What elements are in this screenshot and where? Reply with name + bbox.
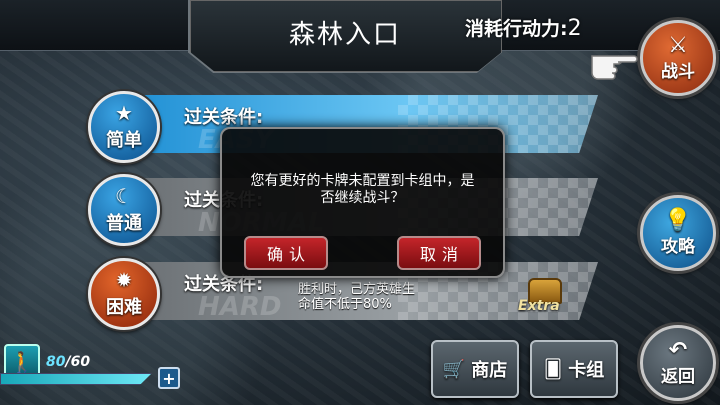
lightbulb-icon: 💡 (664, 207, 692, 233)
action-cost-value: 2 (567, 16, 582, 41)
stage-title: 森林入口 (288, 20, 401, 50)
guide-button-label: 攻略 (661, 236, 695, 257)
normal-badge[interactable]: ☾ 普通 (88, 174, 160, 246)
shop-button[interactable]: 🛒 商店 (431, 340, 519, 398)
confirm-dialog: 您有更好的卡牌未配置到卡组中，是 否继续战斗？ 确认 取消 (220, 127, 505, 278)
moon-icon: ☾ (115, 184, 133, 208)
condition-text: 胜利时，己方英雄生 命值不低于80% (298, 282, 415, 312)
star-icon: ★ (115, 101, 133, 125)
condition-label: 过关条件: (184, 107, 264, 128)
action-cost-label: 消耗行动力: (465, 18, 568, 40)
stamina-current: 80 (46, 354, 66, 370)
crossed-swords-icon: ⚔ (668, 32, 688, 58)
fight-button[interactable]: ⚔ 战斗 (640, 20, 716, 96)
pointing-hand-icon (591, 55, 638, 80)
cart-icon: 🛒 (442, 358, 466, 380)
stamina-max: /60 (65, 354, 91, 370)
deck-button-label: 卡组 (568, 360, 605, 381)
condition-text-line: 命值不低于80% (298, 297, 392, 312)
stamina-bar (0, 373, 152, 385)
easy-badge[interactable]: ★ 简单 (88, 91, 160, 163)
extra-reward[interactable]: Extra (518, 276, 570, 316)
deck-button[interactable]: 🂠 卡组 (530, 340, 618, 398)
dialog-message-line: 否继续战斗？ (320, 190, 405, 206)
cards-icon: 🂠 (543, 358, 563, 380)
action-cost: 消耗行动力:2 (465, 14, 582, 41)
dialog-message-line: 您有更好的卡牌未配置到卡组中，是 (250, 173, 475, 189)
hard-badge[interactable]: ✹ 困难 (88, 258, 160, 330)
sun-icon: ✹ (115, 268, 133, 292)
normal-badge-label: 普通 (106, 213, 142, 234)
dialog-message: 您有更好的卡牌未配置到卡组中，是 否继续战斗？ (230, 173, 495, 207)
stamina-bar-fill (1, 374, 151, 384)
stamina-panel: 🚶 80/60 + (0, 340, 180, 400)
back-button-label: 返回 (661, 366, 695, 387)
confirm-button[interactable]: 确认 (244, 236, 328, 270)
return-arrow-icon: ↶ (668, 337, 688, 363)
condition-text-line: 胜利时，己方英雄生 (298, 282, 416, 297)
back-button[interactable]: ↶ 返回 (640, 325, 716, 401)
difficulty-watermark: HARD (198, 292, 282, 322)
shop-button-label: 商店 (471, 360, 508, 381)
fight-button-label: 战斗 (661, 61, 695, 82)
extra-reward-label: Extra (518, 298, 560, 314)
easy-badge-label: 简单 (106, 130, 142, 151)
guide-button[interactable]: 💡 攻略 (640, 195, 716, 271)
stamina-value: 80/60 (46, 354, 90, 370)
cancel-button[interactable]: 取消 (397, 236, 481, 270)
add-stamina-button[interactable]: + (158, 367, 180, 389)
hard-badge-label: 困难 (106, 297, 142, 318)
